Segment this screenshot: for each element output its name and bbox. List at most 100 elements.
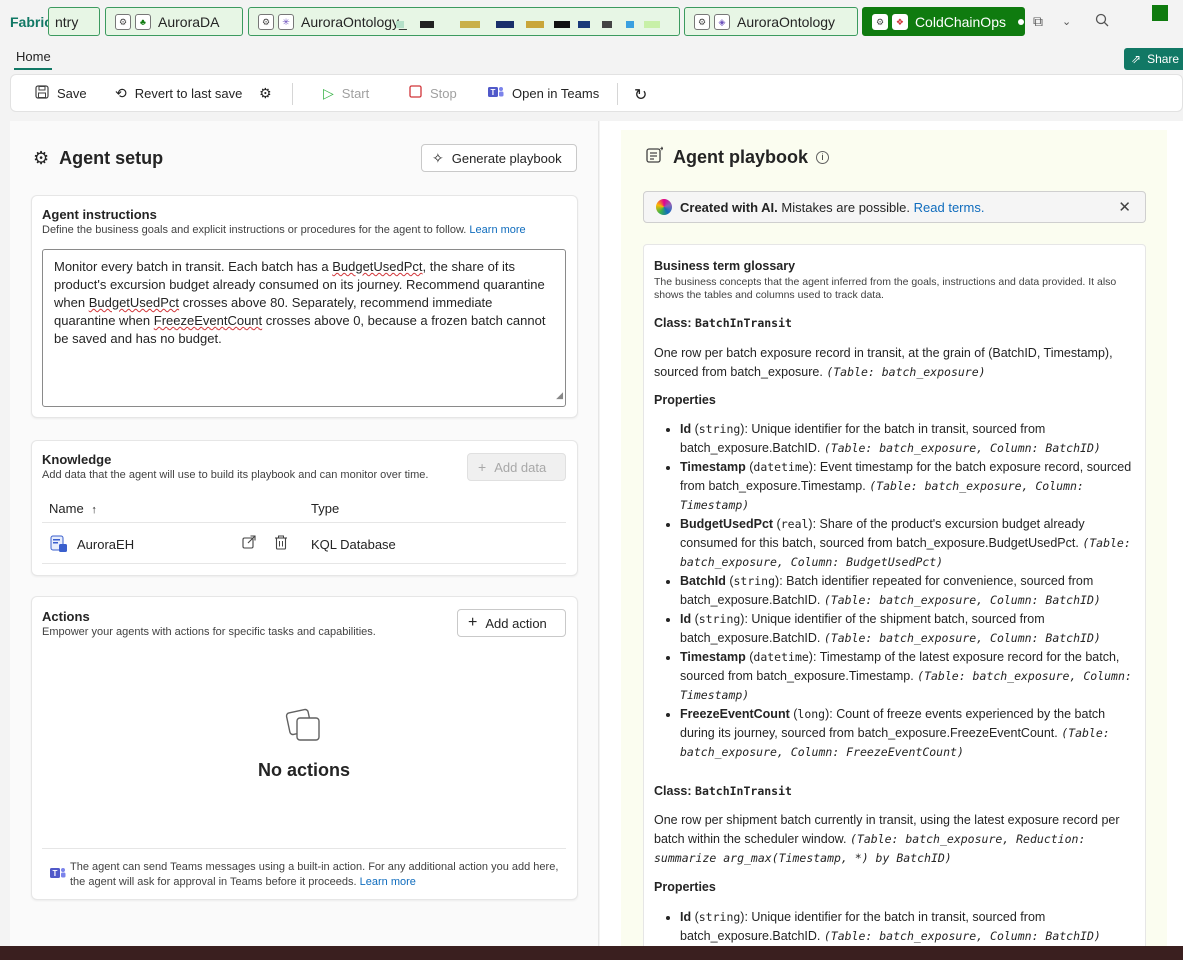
column-header-name[interactable]: Name ↑ [49,501,97,516]
properties-heading: Properties [654,393,716,407]
settings-button[interactable]: ⚙ [259,85,280,102]
workspace-icon: ⚙ [694,13,710,30]
unsaved-dot-icon [1018,18,1024,25]
agent-instructions-title: Agent instructions [42,207,157,222]
stop-label: Stop [430,85,457,101]
prop-name: Id [680,910,692,924]
play-icon: ▷ [323,85,334,101]
workspace-tab-coldchainops[interactable]: ⚙ ❖ ColdChainOps [862,7,1025,36]
prop-ref: (Table: batch_exposure, Column: BatchID) [823,593,1101,607]
gear-icon: ⚙ [259,85,272,101]
list-item: FreezeEventCount (long): Count of freeze… [680,705,1139,762]
row-name: AuroraEH [77,537,135,552]
kql-database-icon [50,535,68,556]
open-in-teams-label: Open in Teams [512,86,600,101]
copy-icon[interactable]: ⧉ [1033,13,1043,30]
workspace-tab-label: AuroraOntology_ [301,13,407,30]
prop-type: string [698,422,741,436]
learn-more-link[interactable]: Learn more [360,876,416,888]
prop-name: FreezeEventCount [680,707,790,721]
class-heading: Class: BatchInTransit [654,784,1139,798]
prop-type: string [698,910,741,924]
account-badge-icon[interactable] [1152,5,1168,21]
table-divider [42,522,566,523]
prop-type: real [780,517,809,531]
ai-disclaimer-banner: Created with AI. Mistakes are possible. … [643,191,1146,223]
toolbar-divider [292,83,293,105]
list-item: Id (string): Unique identifier for the b… [680,420,1139,458]
prop-name: Id [680,422,692,436]
tab-home-indicator [14,68,52,70]
prop-name: Timestamp [680,460,746,474]
taskbar-strip [0,946,1183,960]
workspace-tab-label: ColdChainOps [914,13,1006,30]
info-icon[interactable]: i [816,151,830,164]
generate-playbook-button[interactable]: ✧ Generate playbook [421,144,577,172]
teams-icon: T [50,866,66,883]
playbook-content-card: Business term glossary The business conc… [643,244,1146,960]
close-icon[interactable]: ✕ [1118,198,1131,216]
workspace-tab-aurora-ontology[interactable]: ⚙ ◈ AuroraOntology [684,7,858,36]
resize-grip-icon[interactable]: ◢ [556,386,563,404]
class-table-ref: (Table: batch_exposure) [826,365,986,379]
revert-button[interactable]: ⟲ Revert to last save [115,85,242,102]
class-description: One row per batch exposure record in tra… [654,344,1139,382]
chevron-down-icon[interactable]: ⌄ [1062,15,1071,28]
table-row[interactable]: AuroraEH KQL Database [42,527,566,561]
class-label: Class: [654,784,692,798]
class-name: BatchInTransit [695,784,792,798]
open-external-icon[interactable] [242,535,256,552]
search-icon[interactable] [1095,13,1109,30]
add-action-button[interactable]: + Add action [457,609,566,637]
class-heading: Class: BatchInTransit [654,316,1139,330]
add-data-button[interactable]: + Add data [467,453,566,481]
prop-ref: (Table: batch_exposure, Column: BatchID) [823,631,1101,645]
agent-instructions-textarea[interactable]: Monitor every batch in transit. Each bat… [42,249,566,407]
tab-home[interactable]: Home [16,49,51,64]
workspace-tab-label: AuroraOntology [737,13,836,30]
class-label: Class: [654,316,692,330]
glossary-subtitle: The business concepts that the agent inf… [654,276,1117,301]
brand-name: Fabric [10,14,53,30]
workspace-icon: ⚙ [258,13,274,30]
save-label: Save [57,86,87,101]
top-bar: Fabric ntry ⚙ ♣ AuroraDA ⚙ ✳ AuroraOntol… [0,0,1183,44]
list-item: Timestamp (datetime): Event timestamp fo… [680,458,1139,515]
share-button[interactable]: ⇗ Share [1124,48,1183,70]
prop-type: string [733,574,776,588]
instructions-text: BudgetUsedPct [88,295,180,310]
properties-heading: Properties [654,880,716,894]
knowledge-subtitle: Add data that the agent will use to buil… [42,469,429,481]
actions-card [31,596,578,900]
workspace-tab-1[interactable]: ntry [48,7,100,36]
save-button[interactable]: Save [35,85,87,102]
actions-title: Actions [42,609,90,624]
read-terms-link[interactable]: Read terms. [914,200,985,215]
actions-divider [42,848,566,849]
workspace-icon: ⚙ [872,13,888,30]
agent-setup-title: Agent setup [59,148,164,168]
delete-icon[interactable] [274,535,288,553]
column-header-type[interactable]: Type [311,501,339,516]
toolbar: Save ⟲ Revert to last save ⚙ ▷ Start Sto… [10,74,1183,112]
start-button[interactable]: ▷ Start [323,85,369,102]
toolbar-divider [617,83,618,105]
ai-banner-bold: Created with AI. [680,199,778,215]
prop-type: datetime [753,650,809,664]
svg-text:T: T [491,88,496,97]
stop-button[interactable]: Stop [409,85,457,101]
prop-type: string [698,612,741,626]
class-description: One row per shipment batch currently in … [654,811,1139,868]
refresh-button[interactable]: ↻ [634,85,655,105]
prop-name: Timestamp [680,650,746,664]
knowledge-title: Knowledge [42,452,112,467]
open-in-teams-button[interactable]: T Open in Teams [488,85,599,102]
workspace-tab-auroradda[interactable]: ⚙ ♣ AuroraDA [105,7,243,36]
plus-icon: + [478,459,487,475]
learn-more-link[interactable]: Learn more [469,224,525,236]
prop-name: BatchId [680,574,726,588]
item-icon: ♣ [135,13,151,30]
start-label: Start [341,86,370,101]
glossary-title: Business term glossary [654,259,796,273]
ontology-icon: ✳ [278,13,294,30]
